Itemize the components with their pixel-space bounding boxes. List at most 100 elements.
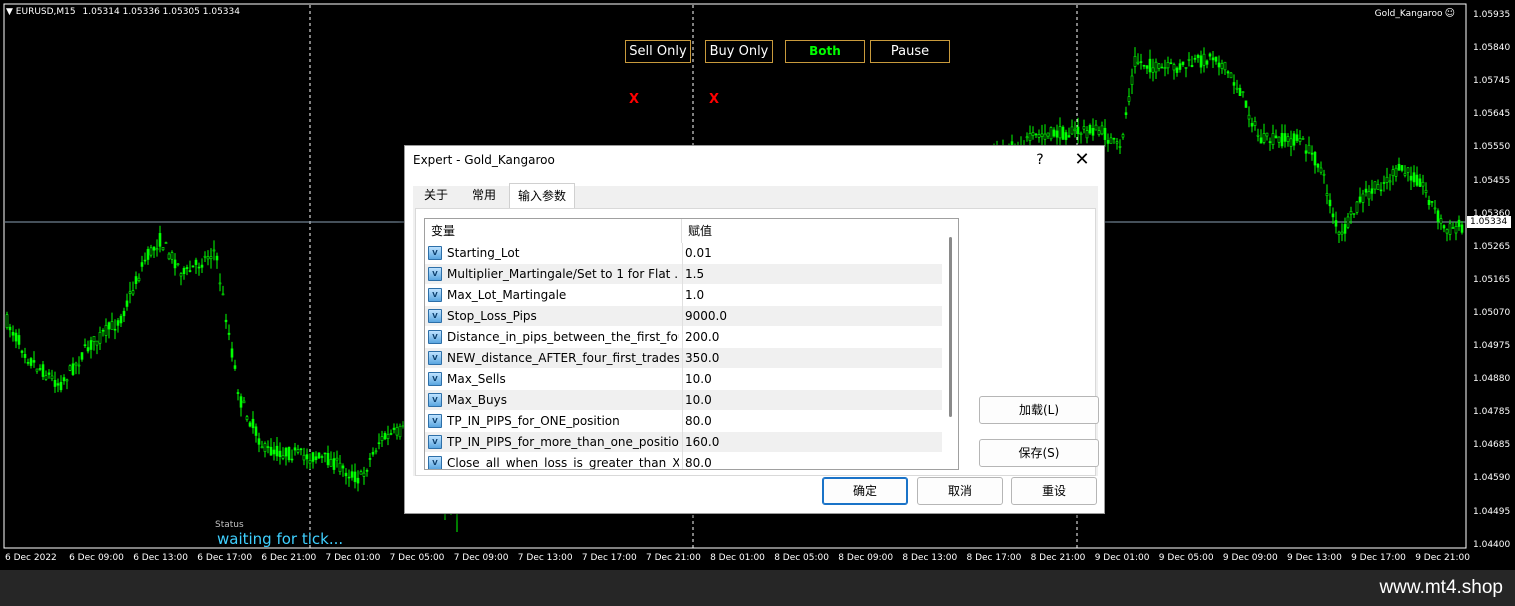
candle-body — [1082, 126, 1086, 130]
buy-only-button[interactable]: Buy Only — [705, 40, 773, 63]
candle-body — [1079, 132, 1083, 135]
candle-body — [368, 458, 372, 460]
param-row[interactable]: V Max_Sells 10.0 — [425, 369, 942, 390]
candle-body — [1148, 58, 1152, 73]
candle-body — [1073, 128, 1077, 132]
sell-only-button[interactable]: Sell Only — [625, 40, 691, 63]
price-tick-label: 1.04685 — [1473, 440, 1511, 451]
candle-body — [119, 315, 123, 324]
candle-body — [1172, 64, 1176, 71]
candle-body — [1175, 67, 1179, 73]
candle-body — [233, 365, 237, 369]
candle-body — [1301, 138, 1305, 140]
param-row[interactable]: V Close_all_when_loss_is_greater_than_X .… — [425, 453, 942, 469]
param-row[interactable]: V Distance_in_pips_between_the_first_fou.… — [425, 327, 942, 348]
param-value[interactable]: 10.0 — [685, 369, 940, 390]
time-tick-label: 7 Dec 13:00 — [517, 553, 573, 563]
candle-body — [1145, 65, 1149, 69]
column-separator — [682, 285, 683, 306]
reset-button[interactable]: 重设 — [1011, 477, 1097, 505]
grid-header: 变量 赋值 — [425, 219, 942, 243]
candle-body — [398, 426, 402, 438]
param-row[interactable]: V TP_IN_PIPS_for_ONE_position 80.0 — [425, 411, 942, 432]
candle-body — [1127, 96, 1131, 102]
candle-body — [1031, 132, 1035, 136]
candle-body — [77, 364, 81, 367]
param-value[interactable]: 200.0 — [685, 327, 940, 348]
pause-button[interactable]: Pause — [870, 40, 950, 63]
param-value[interactable]: 9000.0 — [685, 306, 940, 327]
tab-common[interactable]: 常用 — [461, 183, 507, 207]
candle-body — [146, 249, 150, 260]
dialog-body: 关于 常用 输入参数 变量 赋值 V Starting_Lot 0.01 V Multi… — [413, 183, 1099, 476]
candle-body — [1076, 126, 1080, 134]
param-row[interactable]: V Max_Buys 10.0 — [425, 390, 942, 411]
param-row[interactable]: V Starting_Lot 0.01 — [425, 243, 942, 264]
candle-body — [35, 368, 39, 372]
candle-body — [1139, 61, 1143, 63]
cancel-button[interactable]: 取消 — [917, 477, 1003, 505]
param-value[interactable]: 10.0 — [685, 390, 940, 411]
param-row[interactable]: V Multiplier_Martingale/Set to 1 for Flat… — [425, 264, 942, 285]
candle-body — [1274, 135, 1278, 139]
time-tick-label: 6 Dec 2022 — [5, 553, 57, 563]
save-button[interactable]: 保存(S) — [979, 439, 1099, 467]
ok-button[interactable]: 确定 — [822, 477, 908, 505]
scrollbar-thumb[interactable] — [949, 237, 952, 417]
column-separator — [682, 432, 683, 453]
column-header-value[interactable]: 赋值 — [682, 219, 942, 243]
chart-menu-triangle-icon[interactable]: ▼ — [6, 7, 13, 17]
candle-body — [317, 452, 321, 459]
candle-body — [251, 418, 255, 429]
param-value[interactable]: 1.5 — [685, 264, 940, 285]
candle-body — [1229, 72, 1233, 79]
candle-body — [149, 247, 153, 256]
help-icon[interactable]: ? — [1030, 150, 1050, 170]
candle-body — [1100, 125, 1104, 135]
tab-about[interactable]: 关于 — [415, 183, 457, 207]
candle-body — [1412, 172, 1416, 183]
param-value[interactable]: 160.0 — [685, 432, 940, 453]
candle-body — [137, 277, 141, 281]
load-button[interactable]: 加载(L) — [979, 396, 1099, 424]
candle-body — [11, 331, 15, 336]
param-row[interactable]: V Stop_Loss_Pips 9000.0 — [425, 306, 942, 327]
candle-body — [1283, 133, 1287, 142]
variable-icon: V — [428, 372, 442, 386]
column-separator — [682, 243, 683, 264]
candle-body — [1217, 62, 1221, 68]
candle-body — [20, 350, 24, 353]
candle-body — [1055, 130, 1059, 138]
param-value[interactable]: 1.0 — [685, 285, 940, 306]
candle-body — [254, 426, 258, 436]
candle-body — [1325, 193, 1329, 197]
candle-body — [335, 457, 339, 461]
price-tick-label: 1.05935 — [1473, 10, 1511, 20]
candle-body — [1190, 65, 1194, 68]
candle-body — [1091, 127, 1095, 136]
close-icon[interactable]: ✕ — [1070, 150, 1094, 170]
time-tick-label: 7 Dec 17:00 — [581, 553, 637, 563]
expert-properties-dialog[interactable]: Expert - Gold_Kangaroo ? ✕ 关于 常用 输入参数 变量… — [404, 145, 1105, 514]
candle-body — [134, 276, 138, 284]
param-name: Stop_Loss_Pips — [447, 309, 537, 323]
param-value[interactable]: 0.01 — [685, 243, 940, 264]
candle-body — [1094, 124, 1098, 131]
param-row[interactable]: V TP_IN_PIPS_for_more_than_one_position 16… — [425, 432, 942, 453]
footer-bar: www.mt4.shop — [0, 570, 1515, 606]
column-header-variable[interactable]: 变量 — [425, 219, 682, 243]
candle-body — [1358, 196, 1362, 203]
param-value[interactable]: 80.0 — [685, 411, 940, 432]
vertical-scrollbar[interactable] — [942, 219, 958, 469]
candle-body — [230, 348, 234, 358]
param-value[interactable]: 350.0 — [685, 348, 940, 369]
param-name: Max_Sells — [447, 372, 506, 386]
expert-name-label[interactable]: Gold_Kangaroo ☺ — [1375, 8, 1455, 19]
candle-body — [1124, 112, 1128, 115]
param-value[interactable]: 80.0 — [685, 453, 940, 469]
param-row[interactable]: V Max_Lot_Martingale 1.0 — [425, 285, 942, 306]
candle-body — [1169, 62, 1173, 65]
both-button[interactable]: Both — [785, 40, 865, 63]
param-row[interactable]: V NEW_distance_AFTER_four_first_trades 350… — [425, 348, 942, 369]
tab-inputs[interactable]: 输入参数 — [509, 183, 575, 208]
